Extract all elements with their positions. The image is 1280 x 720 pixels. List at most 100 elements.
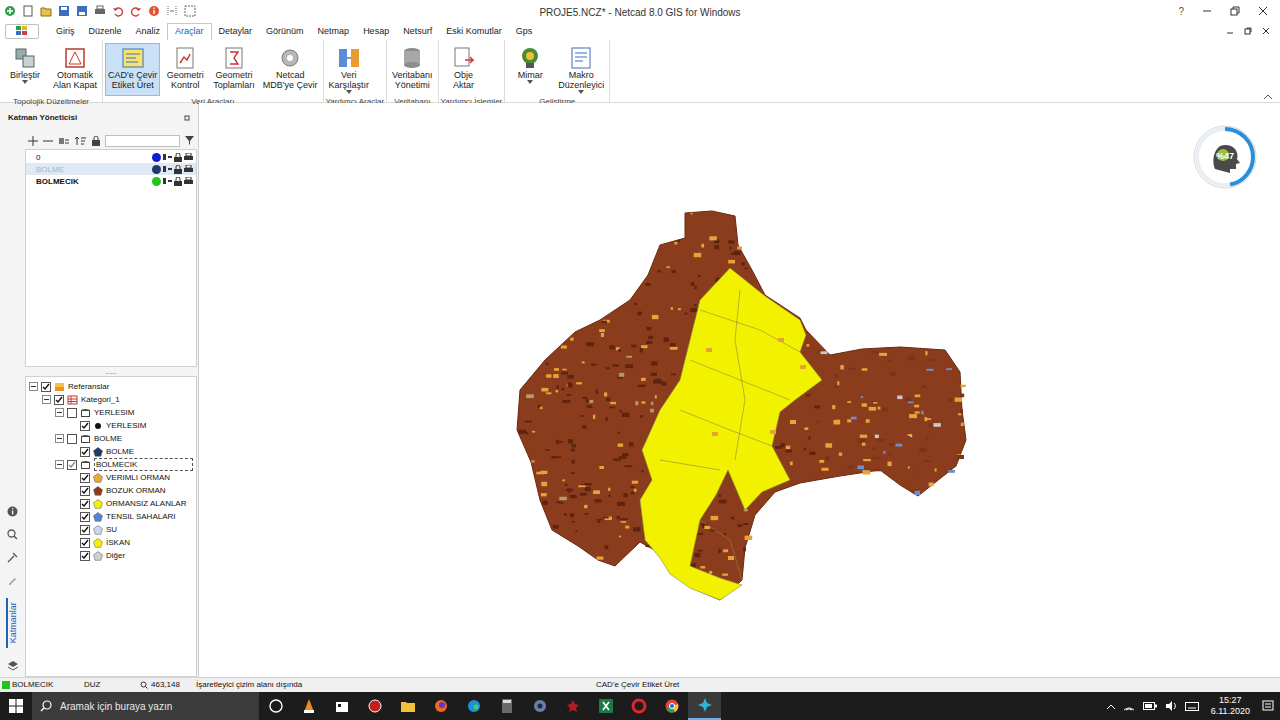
select-icon[interactable] — [166, 5, 178, 17]
redo-icon[interactable] — [130, 5, 142, 17]
volume-icon[interactable] — [1165, 701, 1177, 711]
tree-row[interactable]: BOZUK ORMAN — [26, 484, 196, 497]
pen-icon[interactable] — [7, 575, 18, 586]
ribbon-tab[interactable]: Analiz — [129, 23, 168, 40]
firefox-icon[interactable] — [424, 692, 457, 720]
add-layer-icon[interactable] — [28, 136, 38, 146]
task-view-icon[interactable] — [259, 692, 292, 720]
tree-row[interactable]: BOLMECIK — [26, 458, 196, 471]
ribbon-button[interactable]: ObjeAktar — [441, 43, 487, 96]
filter-layer-icon[interactable] — [58, 136, 70, 146]
app-icon[interactable] — [4, 5, 16, 17]
lock-icon[interactable] — [174, 177, 182, 186]
undo-icon[interactable] — [112, 5, 124, 17]
ribbon-button[interactable]: GeometriToplamları — [210, 43, 258, 96]
ribbon-button[interactable]: Birleştir — [2, 43, 48, 86]
search-icon[interactable] — [7, 529, 18, 540]
print-icon[interactable] — [184, 153, 193, 162]
checkbox-icon[interactable] — [67, 408, 77, 418]
grid-icon[interactable] — [184, 5, 196, 17]
application-menu-button[interactable] — [5, 24, 39, 39]
checkbox-icon[interactable] — [67, 460, 77, 470]
record-icon[interactable] — [358, 692, 391, 720]
layer-color-dot[interactable] — [152, 177, 161, 186]
tool-icon[interactable] — [7, 552, 18, 563]
taskbar-search-field[interactable] — [60, 699, 259, 714]
netcad-active-icon[interactable] — [688, 692, 721, 720]
collapse-ribbon-icon[interactable] — [1264, 94, 1272, 99]
ribbon-tab[interactable]: Netsurf — [396, 23, 439, 40]
checkbox-icon[interactable] — [80, 512, 90, 522]
edge-icon[interactable] — [457, 692, 490, 720]
tree-row[interactable]: İSKAN — [26, 536, 196, 549]
ribbon-tab[interactable]: Araçlar — [167, 23, 212, 40]
tree-row[interactable]: YERLESIM — [26, 406, 196, 419]
taskbar-search[interactable] — [32, 692, 259, 720]
ribbon-button[interactable]: Mimar — [507, 43, 553, 86]
layer-color-dot[interactable] — [152, 153, 161, 162]
restore-icon[interactable] — [1230, 6, 1240, 16]
ribbon-button[interactable]: VeriKarşılaştır — [326, 43, 373, 96]
opera-icon[interactable] — [622, 692, 655, 720]
open-icon[interactable] — [40, 5, 52, 17]
checkbox-icon[interactable] — [54, 395, 64, 405]
checkbox-icon[interactable] — [80, 473, 90, 483]
lock-icon[interactable] — [92, 136, 100, 146]
tree-row[interactable]: TENSIL SAHALARI — [26, 510, 196, 523]
visibility-icon[interactable] — [163, 153, 172, 161]
ribbon-button[interactable]: NetcadMDB'ye Çevir — [260, 43, 321, 96]
checkbox-icon[interactable] — [80, 499, 90, 509]
bug-icon[interactable] — [556, 692, 589, 720]
explorer-icon[interactable] — [391, 692, 424, 720]
ribbon-tab[interactable]: Görünüm — [259, 23, 311, 40]
keyboard-icon[interactable] — [1185, 702, 1199, 711]
expand-toggle-icon[interactable] — [55, 408, 64, 417]
lock-icon[interactable] — [174, 153, 182, 162]
expand-toggle-icon[interactable] — [55, 434, 64, 443]
map-drawing[interactable] — [199, 103, 1280, 677]
windows-start-icon[interactable] — [0, 692, 32, 720]
close-icon[interactable] — [1258, 6, 1268, 16]
vlc-icon[interactable] — [292, 692, 325, 720]
network-icon[interactable] — [1123, 701, 1135, 711]
new-icon[interactable] — [22, 5, 34, 17]
info-icon[interactable] — [7, 506, 18, 517]
visibility-icon[interactable] — [163, 165, 172, 173]
ribbon-tab[interactable]: Eski Komutlar — [439, 23, 509, 40]
tree-row[interactable]: SU — [26, 523, 196, 536]
ribbon-button[interactable]: VeritabanıYönetimi — [389, 43, 436, 96]
print-icon[interactable] — [184, 177, 193, 186]
layer-row[interactable]: 0 — [26, 151, 196, 163]
ribbon-tab[interactable]: Hesap — [356, 23, 396, 40]
checkbox-icon[interactable] — [80, 421, 90, 431]
tree-row[interactable]: BOLME — [26, 445, 196, 458]
ribbon-button[interactable]: GeometriKontrol — [162, 43, 208, 96]
expand-toggle-icon[interactable] — [29, 382, 38, 391]
checkbox-icon[interactable] — [80, 486, 90, 496]
ribbon-tab[interactable]: Giriş — [49, 23, 82, 40]
expand-toggle-icon[interactable] — [42, 395, 51, 404]
excel-icon[interactable] — [589, 692, 622, 720]
status-current-layer[interactable]: BOLMECIK — [0, 679, 84, 691]
notification-icon[interactable] — [1262, 700, 1274, 712]
tree-row[interactable]: Kategori_1 — [26, 393, 196, 406]
ribbon-tab[interactable]: Düzenle — [82, 23, 129, 40]
layer-search-field[interactable] — [105, 135, 180, 147]
print-icon[interactable] — [184, 165, 193, 174]
visibility-icon[interactable] — [163, 177, 172, 185]
layer-row[interactable]: BOLME — [26, 163, 196, 175]
tree-row[interactable]: BOLME — [26, 432, 196, 445]
layer-color-dot[interactable] — [152, 165, 161, 174]
ribbon-tab[interactable]: Netmap — [311, 23, 357, 40]
tree-row[interactable]: Diğer — [26, 549, 196, 562]
help-button[interactable]: ? — [1178, 4, 1184, 19]
lock-icon[interactable] — [174, 165, 182, 174]
expand-toggle-icon[interactable] — [55, 460, 64, 469]
layers-side-tab[interactable]: Katmanlar — [6, 598, 20, 648]
doc-close-icon[interactable] — [1262, 27, 1270, 35]
tree-row[interactable]: Referanslar — [26, 380, 196, 393]
taskbar-clock[interactable]: 15:276.11.2020 — [1207, 695, 1254, 717]
panel-splitter[interactable]: ..... — [25, 367, 197, 376]
pin-icon[interactable] — [184, 115, 190, 121]
tree-row[interactable]: VERIMLI ORMAN — [26, 471, 196, 484]
